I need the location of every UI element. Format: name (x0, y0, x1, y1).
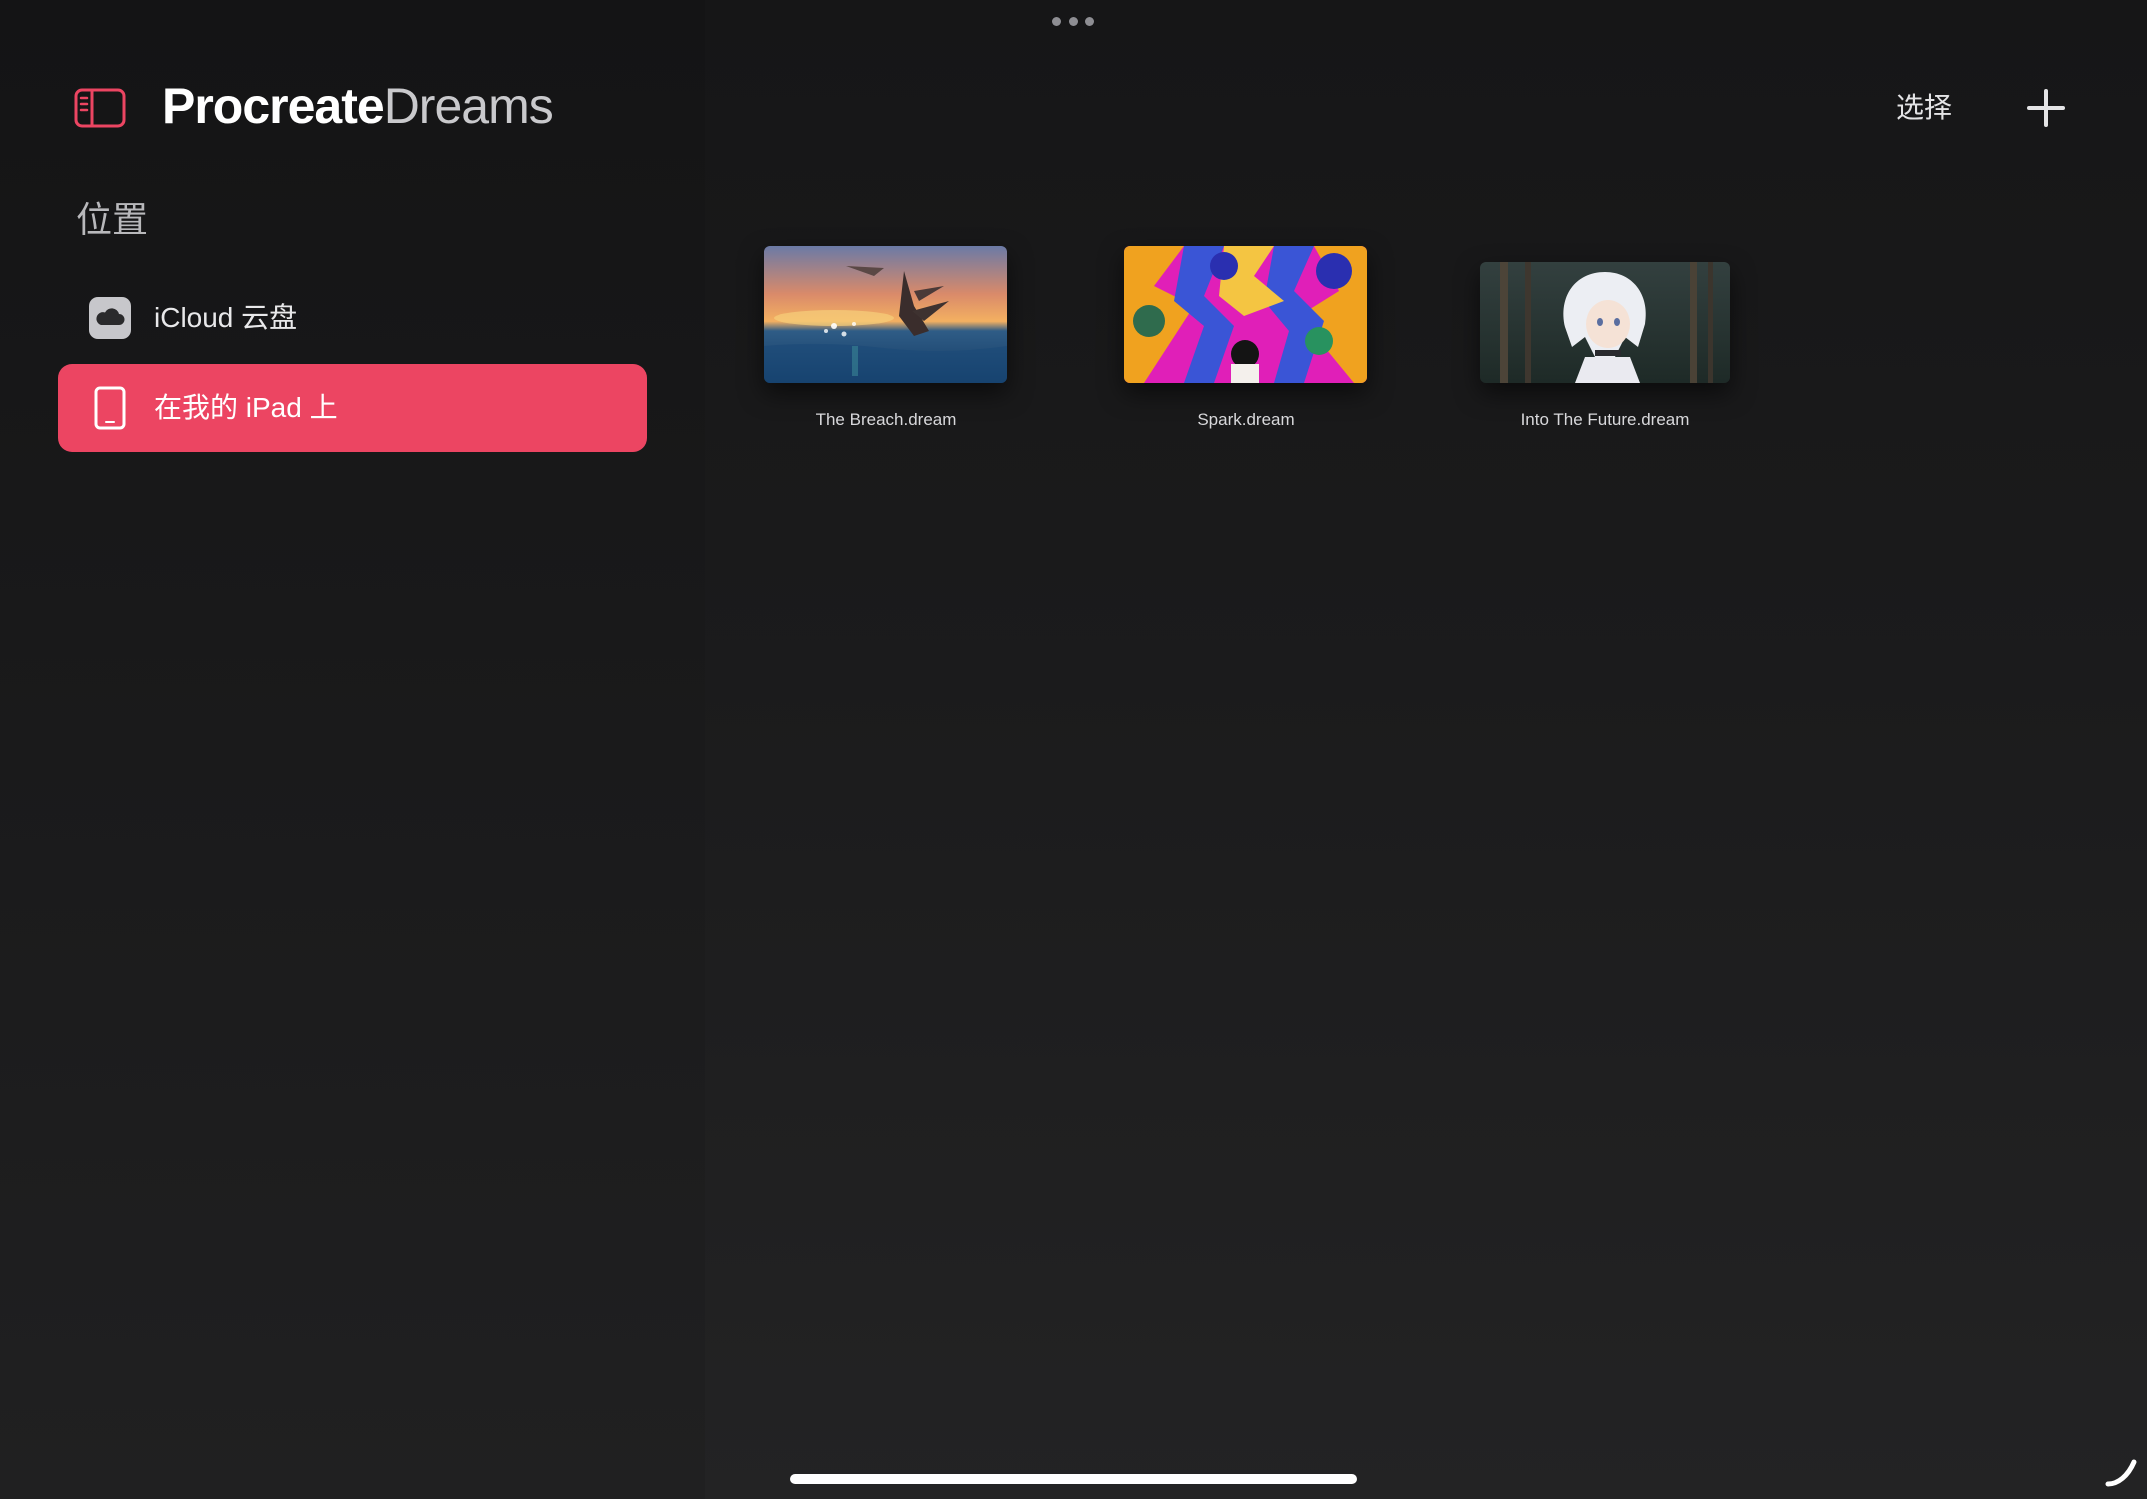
cloud-icon (88, 296, 132, 340)
ellipsis-icon (1068, 16, 1078, 26)
sidebar-item-icloud[interactable]: iCloud 云盘 (58, 274, 647, 362)
locations-heading: 位置 (76, 199, 149, 240)
brand-name-light: Dreams (383, 78, 554, 134)
sidebar-item-label: iCloud 云盘 (154, 302, 298, 333)
sidebar: ProcreateDreams 位置 iCloud 云盘 在我的 iPad 上 (0, 0, 705, 1499)
brand-name-bold: Procreate (162, 78, 385, 134)
select-button[interactable]: 选择 (1896, 88, 1952, 128)
file-name: Spark.dream (1197, 410, 1295, 429)
sidebar-toggle-button[interactable] (74, 88, 126, 128)
ellipsis-icon (1085, 16, 1094, 26)
sidebar-item-on-my-ipad[interactable]: 在我的 iPad 上 (58, 364, 647, 452)
ipad-icon (88, 386, 132, 430)
file-name: Into The Future.dream (1520, 410, 1690, 429)
ellipsis-icon (1052, 16, 1061, 26)
file-thumbnail[interactable] (1480, 262, 1730, 383)
screen: ProcreateDreams 位置 iCloud 云盘 在我的 iPad 上 (0, 0, 2147, 1499)
plus-icon (2027, 89, 2065, 127)
file-name: The Breach.dream (815, 410, 957, 429)
app-logo: ProcreateDreams (162, 76, 554, 136)
file-thumbnail[interactable] (1124, 246, 1367, 383)
file-thumbnail[interactable] (764, 246, 1007, 383)
multitasking-ellipsis-button[interactable] (1052, 15, 1094, 27)
pencil-hover-icon (2105, 1459, 2137, 1487)
home-indicator[interactable] (790, 1474, 1357, 1484)
sidebar-toggle-icon (74, 88, 126, 128)
sidebar-item-label: 在我的 iPad 上 (154, 392, 338, 423)
add-button[interactable] (2026, 88, 2066, 128)
